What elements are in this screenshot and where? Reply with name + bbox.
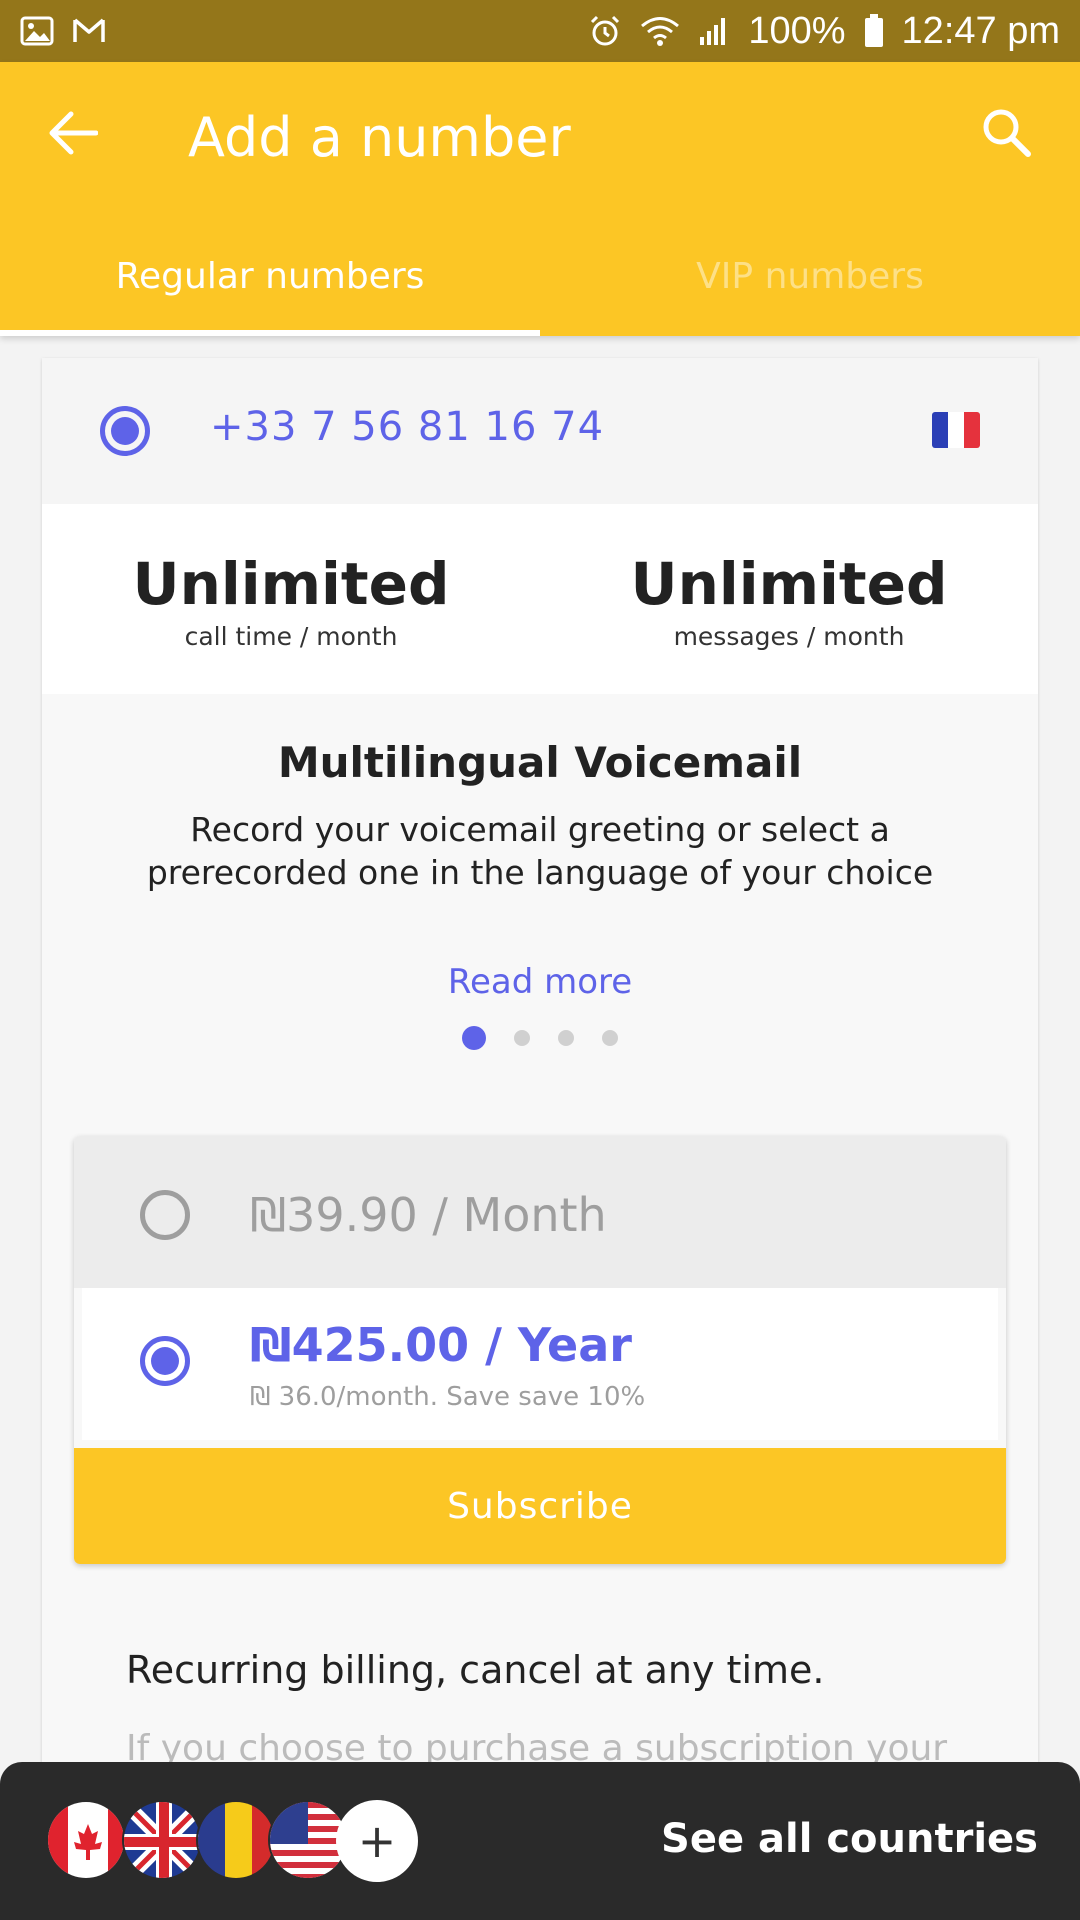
number-row[interactable]: +33 7 56 81 16 74 [42,358,1038,504]
stat-call-time: Unlimited call time / month [42,504,540,694]
app-bar: Add a number Regular numbers VIP numbers [0,62,1080,336]
alarm-icon [588,14,622,48]
france-flag-icon [932,412,980,448]
plan-price: ₪425.00 / Year [250,1318,632,1372]
plans-box: ₪39.90 / Month ₪425.00 / Year ₪ 36.0/mon… [74,1136,1006,1564]
feature-title: Multilingual Voicemail [277,738,803,787]
canada-flag-icon [46,1800,126,1880]
arrow-back-icon [48,111,99,159]
status-right: 100% 12:47 pm [588,10,1060,53]
gmail-icon [72,17,106,45]
stat-label: call time / month [184,622,398,651]
plan-monthly[interactable]: ₪39.90 / Month [74,1136,1006,1288]
stat-value: Unlimited [630,550,948,618]
status-left [20,16,106,46]
search-button[interactable] [974,102,1040,168]
status-bar: 100% 12:47 pm [0,0,1080,62]
pager-dot[interactable] [602,1030,618,1046]
number-radio[interactable] [100,406,150,456]
stat-messages: Unlimited messages / month [540,504,1038,694]
plan-price: ₪39.90 / Month [250,1188,607,1242]
battery-percent: 100% [748,9,846,52]
back-button[interactable] [40,102,106,168]
plan-radio[interactable] [140,1336,190,1386]
more-countries-button[interactable]: + [336,1800,418,1882]
image-icon [20,16,54,46]
billing-text: Recurring billing, cancel at any time. [126,1648,825,1692]
search-icon [981,107,1033,163]
feature-pager [42,1026,1038,1050]
tab-label: VIP numbers [696,255,924,297]
screen: 100% 12:47 pm Add a number Regular numbe… [0,0,1080,1920]
tab-label: Regular numbers [115,255,425,297]
tab-regular-numbers[interactable]: Regular numbers [0,216,540,336]
countries-bar[interactable]: + See all countries [0,1762,1080,1920]
page-title: Add a number [188,106,571,169]
stat-value: Unlimited [132,550,450,618]
phone-number: +33 7 56 81 16 74 [210,404,605,450]
tab-indicator [0,330,540,336]
read-more-link[interactable]: Read more [42,962,1038,1002]
signal-icon [698,15,730,47]
stats-section: Unlimited call time / month Unlimited me… [42,504,1038,694]
tab-bar: Regular numbers VIP numbers [0,216,1080,336]
battery-icon [864,14,884,48]
subscribe-button[interactable]: Subscribe [74,1448,1006,1564]
plan-detail: ₪ 36.0/month. Save save 10% [250,1382,646,1412]
plan-yearly[interactable]: ₪425.00 / Year ₪ 36.0/month. Save save 1… [82,1288,998,1440]
plan-radio[interactable] [140,1190,190,1240]
romania-flag-icon [196,1800,276,1880]
pager-dot[interactable] [462,1026,486,1050]
see-all-countries-link[interactable]: See all countries [661,1816,1038,1862]
pager-dot[interactable] [558,1030,574,1046]
number-card: +33 7 56 81 16 74 Unlimited call time / … [42,358,1038,1920]
feature-description: Record your voicemail greeting or select… [146,810,934,892]
stat-label: messages / month [673,622,905,651]
pager-dot[interactable] [514,1030,530,1046]
uk-flag-icon [122,1800,202,1880]
clock: 12:47 pm [901,9,1060,52]
tab-vip-numbers[interactable]: VIP numbers [540,216,1080,336]
wifi-icon [640,15,680,47]
